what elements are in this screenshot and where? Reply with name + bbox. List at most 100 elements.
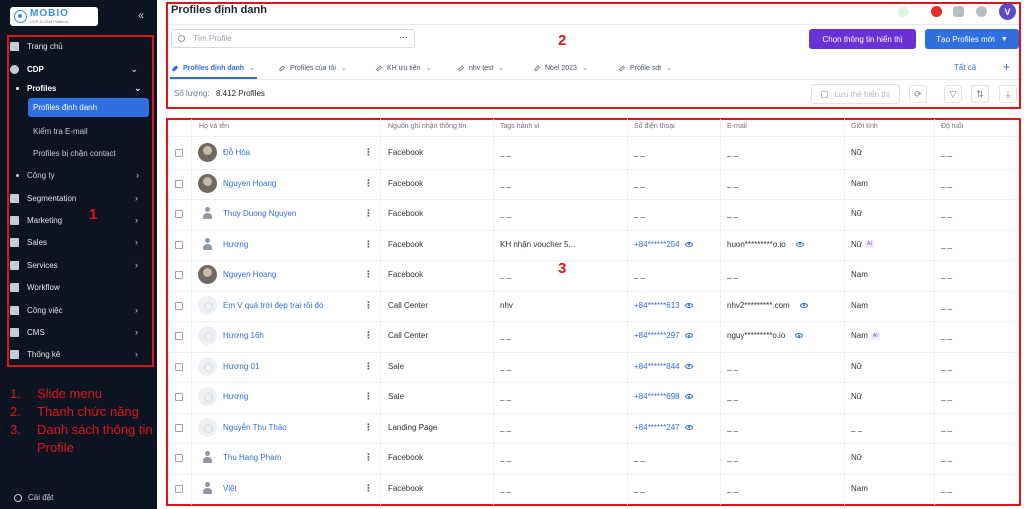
- column-header-phone[interactable]: Số điện thoại: [634, 123, 675, 130]
- help-icon[interactable]: [953, 6, 964, 17]
- sidebar-item-settings[interactable]: Cài đặt: [14, 493, 53, 502]
- sidebar-item-sales[interactable]: Sales ›: [10, 232, 146, 252]
- download-icon[interactable]: ⤓: [999, 85, 1017, 103]
- row-checkbox[interactable]: [175, 423, 183, 432]
- sidebar-item-workflow[interactable]: Workflow: [10, 277, 146, 297]
- more-actions-icon[interactable]: ⋮: [364, 178, 373, 189]
- tab-priority-customers[interactable]: KH ưu tiên ⌄: [375, 58, 431, 78]
- sidebar-item-profiles[interactable]: Profiles ⌄: [16, 79, 142, 97]
- divider: [168, 321, 1019, 322]
- eye-icon[interactable]: [799, 302, 808, 308]
- eye-icon[interactable]: [684, 424, 693, 430]
- add-tab-icon[interactable]: +: [1003, 60, 1010, 74]
- column-header-email[interactable]: E-mail: [727, 123, 747, 130]
- sidebar-item-cdp[interactable]: CDP ⌄: [10, 59, 146, 79]
- profile-name-link[interactable]: Thuy Duong Nguyen: [223, 209, 296, 218]
- divider: [168, 443, 1019, 444]
- filter-icon[interactable]: ▽: [944, 85, 962, 103]
- more-actions-icon[interactable]: ⋮: [364, 330, 373, 341]
- more-options-icon[interactable]: ···: [399, 32, 408, 42]
- show-all-tabs-link[interactable]: Tất cả: [954, 63, 976, 72]
- source-cell: Facebook: [388, 178, 424, 188]
- more-actions-icon[interactable]: ⋮: [364, 269, 373, 280]
- sidebar-item-profiles-identified[interactable]: Profiles định danh: [28, 98, 149, 117]
- more-actions-icon[interactable]: ⋮: [364, 391, 373, 402]
- profile-name-link[interactable]: Nguyễn Thu Thảo: [223, 423, 287, 432]
- sidebar-item-segmentation[interactable]: Segmentation ›: [10, 188, 146, 208]
- more-actions-icon[interactable]: ⋮: [364, 239, 373, 250]
- more-actions-icon[interactable]: ⋮: [364, 208, 373, 219]
- profile-name-link[interactable]: Việt: [223, 484, 237, 493]
- user-avatar[interactable]: V: [999, 3, 1016, 20]
- sidebar-item-cms[interactable]: CMS ›: [10, 322, 146, 342]
- logo-subtitle: CDP & CEM Platform: [30, 19, 69, 24]
- pin-icon: [457, 64, 465, 72]
- row-checkbox[interactable]: [175, 210, 183, 218]
- column-header-name[interactable]: Họ và tên: [199, 123, 229, 130]
- row-checkbox[interactable]: [175, 301, 183, 310]
- sidebar-item-marketing[interactable]: Marketing ›: [10, 210, 146, 230]
- eye-icon[interactable]: [684, 394, 693, 400]
- divider: [168, 24, 1019, 25]
- profile-name-link[interactable]: Nguyen Hoang: [223, 179, 276, 188]
- tab-profile-phone[interactable]: Profile sdt ⌄: [618, 58, 672, 78]
- sidebar-item-home[interactable]: Trang chủ: [10, 36, 146, 56]
- eye-icon[interactable]: [795, 333, 804, 339]
- sort-icon[interactable]: ⇅: [971, 85, 989, 103]
- create-profile-button[interactable]: Tạo Profiles mới ▼: [925, 29, 1019, 49]
- sidebar-item-blocked-profiles[interactable]: Profiles bị chặn contact: [33, 144, 116, 162]
- select-display-info-button[interactable]: Chọn thông tin hiển thị: [809, 29, 916, 49]
- profile-name-link[interactable]: Nguyen Hoang: [223, 270, 276, 279]
- refresh-icon[interactable]: ⟳: [909, 85, 927, 103]
- eye-icon[interactable]: [684, 363, 693, 369]
- more-actions-icon[interactable]: ⋮: [364, 452, 373, 463]
- row-checkbox[interactable]: [175, 362, 183, 371]
- search-input[interactable]: Tìm Profile ···: [171, 29, 415, 48]
- column-header-gender[interactable]: Giới tính: [851, 123, 878, 130]
- profile-name-link[interactable]: Hương 16h: [223, 331, 264, 340]
- column-header-age[interactable]: Độ tuổi: [941, 123, 963, 130]
- row-checkbox[interactable]: [175, 484, 183, 493]
- row-checkbox[interactable]: [175, 271, 183, 279]
- more-actions-icon[interactable]: ⋮: [364, 422, 373, 433]
- sidebar-item-statistics[interactable]: Thống kê ›: [10, 344, 146, 364]
- bell-icon[interactable]: [976, 6, 987, 17]
- sidebar-item-check-email[interactable]: Kiểm tra E-mail: [33, 122, 88, 140]
- row-checkbox[interactable]: [175, 332, 183, 340]
- vietnam-flag-icon[interactable]: [931, 6, 942, 17]
- logo[interactable]: MOBIO CDP & CEM Platform: [10, 7, 98, 26]
- gender-value: Nữ: [851, 453, 863, 462]
- row-checkbox[interactable]: [175, 240, 183, 249]
- sidebar-item-tasks[interactable]: Công việc ›: [10, 300, 146, 320]
- eye-icon[interactable]: [795, 241, 804, 247]
- more-actions-icon[interactable]: ⋮: [364, 300, 373, 311]
- row-checkbox[interactable]: [175, 454, 183, 462]
- sidebar-item-company[interactable]: Công ty ›: [16, 166, 139, 184]
- tab-noel-2023[interactable]: Noel 2023 ⌄: [533, 58, 588, 78]
- save-view-button[interactable]: Lưu thẻ hiển thị: [811, 84, 900, 104]
- sidebar-item-services[interactable]: Services ›: [10, 255, 146, 275]
- profile-name-link[interactable]: Đỗ Hòa: [223, 148, 250, 157]
- profile-name-link[interactable]: Thu Hang Pham: [223, 453, 281, 462]
- eye-icon[interactable]: [684, 241, 693, 247]
- more-actions-icon[interactable]: ⋮: [364, 483, 373, 494]
- tab-my-profiles[interactable]: Profiles của tôi ⌄: [278, 58, 347, 78]
- eye-icon[interactable]: [684, 302, 693, 308]
- column-header-source[interactable]: Nguồn ghi nhận thông tin: [388, 123, 466, 130]
- tab-profiles-identified[interactable]: Profiles định danh ⌄: [171, 58, 255, 78]
- profile-name-link[interactable]: Hương 01: [223, 362, 259, 371]
- more-actions-icon[interactable]: ⋮: [364, 361, 373, 372]
- profile-name-link[interactable]: Hương: [223, 392, 248, 401]
- tab-nhv-test[interactable]: nhv test ⌄: [457, 58, 504, 78]
- profile-name-link[interactable]: Em V quá trời đẹp trai rồi đó: [223, 301, 323, 310]
- column-header-tags[interactable]: Tags hành vi: [500, 123, 539, 130]
- row-checkbox[interactable]: [175, 393, 183, 401]
- row-checkbox[interactable]: [175, 149, 183, 157]
- profile-name-link[interactable]: Hương: [223, 240, 248, 249]
- row-checkbox[interactable]: [175, 179, 183, 188]
- more-actions-icon[interactable]: ⋮: [364, 147, 373, 158]
- eye-icon[interactable]: [684, 333, 693, 339]
- collapse-sidebar-icon[interactable]: «: [138, 10, 144, 22]
- ai-assist-icon[interactable]: [898, 6, 909, 17]
- gender-cell: Nam: [851, 270, 868, 279]
